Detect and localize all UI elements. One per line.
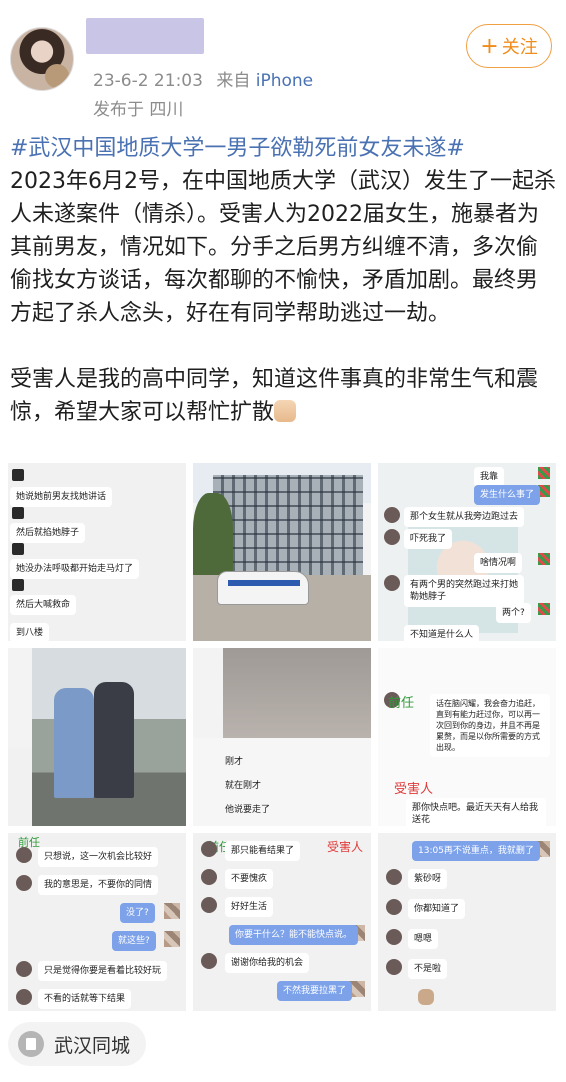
chat-bubble: 只是觉得你要是看着比较好玩	[38, 961, 168, 981]
chat-bubble: 话在脑闪耀，我会奋力追赶，直到有能力赶过你，可以再一次回到你的身边，并且不再是累…	[430, 694, 550, 757]
contact-avatar	[384, 507, 400, 523]
police-car-icon	[217, 571, 309, 605]
redacted-avatar	[12, 543, 24, 555]
post-paragraph-2-wrap: 受害人是我的高中同学，知道这件事真的非常生气和震惊，希望大家可以帮忙扩散	[10, 363, 558, 429]
image-8-chat-screenshot[interactable]: 前任 受害人 那只能看结果了 不要愧疚 好好生活 你要干什么？能不能快点说。 谢…	[193, 833, 371, 1011]
chat-bubble: 那只能看结果了	[225, 841, 301, 861]
source-prefix: 来自	[216, 71, 251, 91]
victim-label: 受害人	[394, 782, 434, 797]
chat-bubble: 啥情况啊	[474, 553, 523, 573]
image-3-chat-screenshot[interactable]: 我靠 发生什么事了 那个女生就从我旁边跑过去 吓死我了 啥情况啊 有两个男的突然…	[378, 463, 556, 641]
sticker-icon	[538, 603, 550, 615]
chat-bubble: 不要愧疚	[225, 869, 274, 889]
chat-bubble: 我靠	[474, 467, 505, 487]
chat-bubble: 13:05再不说重点，我就删了	[412, 841, 540, 861]
chat-bubble: 不知道是什么人	[404, 625, 480, 641]
post-location: 发布于 四川	[93, 100, 184, 120]
chat-bubble: 他说要走了	[225, 805, 271, 815]
chat-bubble: 紫砂呀	[408, 869, 448, 889]
redacted-avatar	[12, 579, 24, 591]
chat-bubble: 我的意思是，不要你的同情	[38, 875, 159, 895]
photo-tree	[193, 493, 233, 583]
chat-bubble: 不然我要拉黑了	[277, 981, 353, 1001]
chat-bubble: 好好生活	[225, 897, 274, 917]
topic-hashtag[interactable]: #武汉中国地质大学一男子欲勒死前女友未遂#	[10, 132, 558, 165]
image-grid: 她说她前男友找她讲话 然后就掐她脖子 她没办法呼吸都开始走马灯了 然后大喊救命 …	[8, 463, 556, 1011]
chat-bubble: 就这些?	[112, 931, 156, 951]
chat-bubble: 那你快点吧。最近天天有人给我送花	[406, 798, 546, 826]
chat-bubble: 然后大喊救命	[10, 595, 77, 615]
redacted-avatar	[164, 903, 180, 919]
chat-bubble: 你都知道了	[408, 899, 466, 919]
image-5-road-and-chat[interactable]: 刚才 就在刚才 他说要走了	[193, 648, 371, 826]
chat-bubble: 两个?	[496, 603, 531, 623]
contact-avatar	[201, 953, 217, 969]
contact-avatar	[16, 875, 32, 891]
sticker-icon	[538, 553, 550, 565]
image-7-chat-screenshot[interactable]: 前任 只想说，这一次机会比较好 我的意思是，不要你的同情 没了? 就这些? 只是…	[8, 833, 186, 1011]
contact-avatar	[16, 989, 32, 1005]
source-device[interactable]: iPhone	[256, 71, 313, 91]
chat-bubble: 不看的话就等下结果	[38, 989, 132, 1009]
image-4-street-photo[interactable]	[8, 648, 186, 826]
chat-bubble: 就在刚才	[225, 781, 262, 791]
chat-bubble: 那个女生就从我旁边跑过去	[404, 507, 525, 527]
city-tag-button[interactable]: 武汉同城	[8, 1022, 146, 1066]
contact-avatar	[386, 869, 402, 885]
post-paragraph-1: 2023年6月2号，在中国地质大学（武汉）发生了一起杀人未遂案件（情杀）。受害人…	[10, 169, 556, 326]
building-icon	[18, 1031, 44, 1057]
chat-bubble: 你要干什么？能不能快点说。	[229, 925, 359, 945]
photo-edge	[8, 748, 32, 826]
chat-bubble: 她说她前男友找她讲话	[10, 487, 113, 507]
chat-bubble: 刚才	[225, 757, 244, 767]
chat-bubble: 只想说，这一次机会比较好	[38, 847, 159, 867]
pray-emoji-icon	[274, 400, 297, 422]
contact-name-label: 前任	[388, 696, 415, 711]
image-6-chat-screenshot[interactable]: 前任 话在脑闪耀，我会奋力追赶，直到有能力赶过你，可以再一次回到你的身边，并且不…	[378, 648, 556, 826]
post-header: 23-6-2 21:03 来自 iPhone 发布于 四川 + 关注	[0, 0, 566, 120]
chat-bubble: 没了?	[120, 903, 155, 923]
person-suspect	[94, 682, 134, 798]
follow-button[interactable]: + 关注	[466, 24, 552, 68]
contact-avatar	[384, 575, 400, 591]
chat-bubble: 到八楼	[10, 623, 50, 641]
chat-bubble: 吓死我了	[404, 529, 453, 549]
plus-icon: +	[480, 33, 499, 59]
contact-avatar	[386, 899, 402, 915]
image-9-chat-screenshot[interactable]: 13:05再不说重点，我就删了 紫砂呀 你都知道了 嗯嗯 不是啦	[378, 833, 556, 1011]
image-2-police-car-photo[interactable]	[193, 463, 371, 641]
contact-avatar	[16, 961, 32, 977]
contact-avatar	[201, 869, 217, 885]
victim-label: 受害人	[327, 840, 364, 854]
post-body: #武汉中国地质大学一男子欲勒死前女友未遂# 2023年6月2号，在中国地质大学（…	[10, 132, 558, 429]
post-timestamp: 23-6-2 21:03	[93, 71, 203, 91]
chat-bubble: 发生什么事了	[474, 485, 541, 505]
chat-bubble: 然后就掐她脖子	[10, 523, 86, 543]
username-redacted[interactable]	[86, 18, 204, 54]
contact-avatar	[201, 841, 217, 857]
sticker-icon	[538, 467, 550, 479]
contact-avatar	[386, 929, 402, 945]
image-1-chat-screenshot[interactable]: 她说她前男友找她讲话 然后就掐她脖子 她没办法呼吸都开始走马灯了 然后大喊救命 …	[8, 463, 186, 641]
photo-road	[223, 648, 371, 738]
contact-avatar	[384, 529, 400, 545]
person-officer	[54, 688, 94, 798]
chat-bubble: 谢谢你给我的机会	[225, 953, 310, 973]
contact-avatar	[201, 897, 217, 913]
contact-avatar	[16, 847, 32, 863]
redacted-avatar	[164, 931, 180, 947]
user-avatar[interactable]	[10, 27, 74, 91]
redacted-avatar	[12, 469, 24, 481]
rabbit-sticker-icon	[418, 989, 434, 1005]
contact-avatar	[386, 959, 402, 975]
chat-bubble: 她没办法呼吸都开始走马灯了	[10, 559, 140, 579]
photo-building-floors	[213, 475, 363, 575]
follow-label: 关注	[501, 37, 538, 58]
chat-bubble: 嗯嗯	[408, 929, 439, 949]
post-meta: 23-6-2 21:03 来自 iPhone	[93, 66, 313, 91]
city-tag-label: 武汉同城	[54, 1034, 131, 1057]
chat-bubble: 不是啦	[408, 959, 448, 979]
redacted-avatar	[12, 507, 24, 519]
